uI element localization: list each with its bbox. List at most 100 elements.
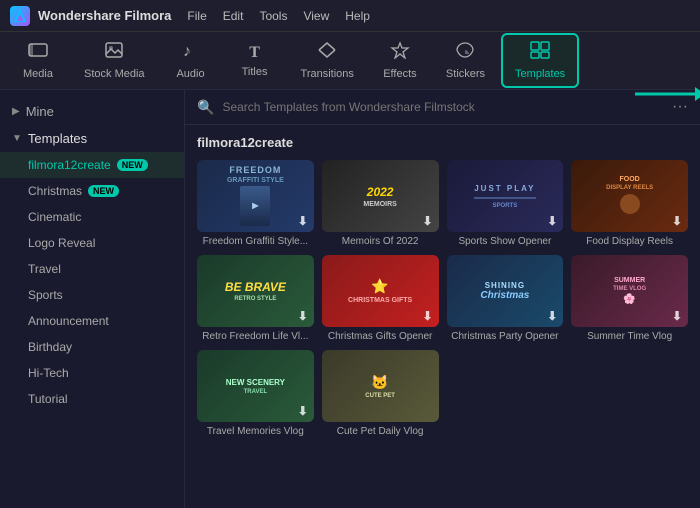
sidebar-item-logo-reveal[interactable]: Logo Reveal bbox=[0, 230, 184, 256]
main-content: ▶ Mine ▼ Templates filmora12create NEW C… bbox=[0, 90, 700, 508]
food-reels-thumb: FOOD DISPLAY REELS ⬇ bbox=[571, 160, 688, 232]
memoirs-2022-name: Memoirs Of 2022 bbox=[322, 236, 439, 247]
food-reels-name: Food Display Reels bbox=[571, 236, 688, 247]
effects-label: Effects bbox=[383, 68, 416, 80]
content-body: filmora12create FREEDOM GRAFFITI STYLE ▶… bbox=[185, 125, 700, 447]
sports-opener-thumb: JUST PLAY SPORTS ⬇ bbox=[447, 160, 564, 232]
stickers-button[interactable]: Stickers bbox=[434, 35, 497, 86]
retro-freedom-thumb: BE BRAVE RETRO STYLE ⬇ bbox=[197, 255, 314, 327]
menu-view[interactable]: View bbox=[303, 9, 329, 23]
birthday-label: Birthday bbox=[28, 340, 72, 354]
template-food-reels[interactable]: FOOD DISPLAY REELS ⬇ Food Display Reels bbox=[571, 160, 688, 247]
template-retro-freedom[interactable]: BE BRAVE RETRO STYLE ⬇ Retro Freedom Lif… bbox=[197, 255, 314, 342]
stock-media-label: Stock Media bbox=[84, 68, 145, 80]
template-summer-vlog[interactable]: SUMMER TIME VLOG 🌸 ⬇ Summer Time Vlog bbox=[571, 255, 688, 342]
titles-icon: T bbox=[249, 44, 260, 62]
titles-button[interactable]: T Titles bbox=[225, 38, 285, 84]
search-icon: 🔍 bbox=[197, 99, 214, 116]
toolbar: Media Stock Media ♪ Audio bbox=[0, 32, 700, 90]
sidebar: ▶ Mine ▼ Templates filmora12create NEW C… bbox=[0, 90, 185, 508]
media-icon bbox=[28, 41, 48, 64]
download-icon-4: ⬇ bbox=[672, 214, 682, 228]
freedom-graffiti-name: Freedom Graffiti Style... bbox=[197, 236, 314, 247]
download-icon-5: ⬇ bbox=[298, 309, 308, 323]
section-title: filmora12create bbox=[197, 135, 688, 150]
app-name: Wondershare Filmora bbox=[38, 8, 171, 23]
transitions-label: Transitions bbox=[301, 68, 354, 80]
sidebar-item-mine[interactable]: ▶ Mine bbox=[0, 98, 184, 125]
audio-label: Audio bbox=[176, 68, 204, 80]
summer-vlog-thumb: SUMMER TIME VLOG 🌸 ⬇ bbox=[571, 255, 688, 327]
templates-label: Templates bbox=[515, 68, 565, 80]
template-christmas-gifts[interactable]: ⭐ CHRISTMAS GIFTS ⬇ Christmas Gifts Open… bbox=[322, 255, 439, 342]
titles-label: Titles bbox=[242, 66, 268, 78]
travel-label: Travel bbox=[28, 262, 61, 276]
sidebar-item-announcement[interactable]: Announcement bbox=[0, 308, 184, 334]
download-icon-8: ⬇ bbox=[672, 309, 682, 323]
template-cute-pet[interactable]: 🐱 CUTE PET Cute Pet Daily Vlog bbox=[322, 350, 439, 437]
template-christmas-party[interactable]: SHINING Christmas ⬇ Christmas Party Open… bbox=[447, 255, 564, 342]
transitions-button[interactable]: Transitions bbox=[289, 35, 366, 86]
sidebar-group-templates[interactable]: ▼ Templates bbox=[0, 125, 184, 152]
travel-memories-name: Travel Memories Vlog bbox=[197, 426, 314, 437]
stickers-label: Stickers bbox=[446, 68, 485, 80]
templates-icon bbox=[530, 41, 550, 64]
christmas-gifts-thumb: ⭐ CHRISTMAS GIFTS ⬇ bbox=[322, 255, 439, 327]
cute-pet-thumb: 🐱 CUTE PET bbox=[322, 350, 439, 422]
sidebar-item-travel[interactable]: Travel bbox=[0, 256, 184, 282]
sidebar-item-tutorial[interactable]: Tutorial bbox=[0, 386, 184, 412]
stock-media-button[interactable]: Stock Media bbox=[72, 35, 157, 86]
tutorial-label: Tutorial bbox=[28, 392, 68, 406]
retro-freedom-name: Retro Freedom Life Vl... bbox=[197, 331, 314, 342]
app-window: Wondershare Filmora File Edit Tools View… bbox=[0, 0, 700, 508]
menu-edit[interactable]: Edit bbox=[223, 9, 244, 23]
cute-pet-name: Cute Pet Daily Vlog bbox=[322, 426, 439, 437]
download-icon-7: ⬇ bbox=[547, 309, 557, 323]
audio-icon: ♪ bbox=[181, 41, 201, 64]
sidebar-item-christmas[interactable]: Christmas NEW bbox=[0, 178, 184, 204]
download-icon-6: ⬇ bbox=[422, 309, 432, 323]
download-icon-1: ⬇ bbox=[298, 214, 308, 228]
templates-arrow-icon: ▼ bbox=[12, 133, 22, 144]
menu-help[interactable]: Help bbox=[345, 9, 370, 23]
memoirs-2022-thumb: 2022 MEMOIRS ⬇ bbox=[322, 160, 439, 232]
templates-button[interactable]: Templates bbox=[501, 33, 579, 88]
svg-text:♪: ♪ bbox=[183, 43, 191, 59]
audio-button[interactable]: ♪ Audio bbox=[161, 35, 221, 86]
sidebar-item-sports[interactable]: Sports bbox=[0, 282, 184, 308]
menu-file[interactable]: File bbox=[187, 9, 206, 23]
template-sports-opener[interactable]: JUST PLAY SPORTS ⬇ Sports Show Opener bbox=[447, 160, 564, 247]
travel-memories-thumb: NEW SCENERY TRAVEL ⬇ bbox=[197, 350, 314, 422]
christmas-badge: NEW bbox=[88, 185, 119, 197]
download-icon-2: ⬇ bbox=[422, 214, 432, 228]
menu-tools[interactable]: Tools bbox=[259, 9, 287, 23]
effects-button[interactable]: Effects bbox=[370, 35, 430, 86]
download-icon-9: ⬇ bbox=[298, 404, 308, 418]
sidebar-templates-label: Templates bbox=[28, 131, 87, 146]
template-travel-memories[interactable]: NEW SCENERY TRAVEL ⬇ Travel Memories Vlo… bbox=[197, 350, 314, 437]
template-memoirs-2022[interactable]: 2022 MEMOIRS ⬇ Memoirs Of 2022 bbox=[322, 160, 439, 247]
template-freedom-graffiti[interactable]: FREEDOM GRAFFITI STYLE ▶ ⬇ Freedom Graff… bbox=[197, 160, 314, 247]
hi-tech-label: Hi-Tech bbox=[28, 366, 69, 380]
stickers-icon bbox=[455, 41, 475, 64]
arrow-indicator bbox=[625, 79, 700, 109]
cinematic-label: Cinematic bbox=[28, 210, 81, 224]
sports-label: Sports bbox=[28, 288, 63, 302]
search-input[interactable] bbox=[222, 100, 664, 114]
mine-label: Mine bbox=[26, 104, 54, 119]
sidebar-item-filmora12create[interactable]: filmora12create NEW bbox=[0, 152, 184, 178]
sidebar-item-birthday[interactable]: Birthday bbox=[0, 334, 184, 360]
sports-opener-name: Sports Show Opener bbox=[447, 236, 564, 247]
search-bar: 🔍 ··· bbox=[185, 90, 700, 125]
summer-vlog-name: Summer Time Vlog bbox=[571, 331, 688, 342]
media-button[interactable]: Media bbox=[8, 35, 68, 86]
content-panel: 🔍 ··· filmora12create FREEDOM GRAFFITI S… bbox=[185, 90, 700, 508]
sidebar-item-hi-tech[interactable]: Hi-Tech bbox=[0, 360, 184, 386]
filmora12create-badge: NEW bbox=[117, 159, 148, 171]
title-bar: Wondershare Filmora File Edit Tools View… bbox=[0, 0, 700, 32]
menu-bar: File Edit Tools View Help bbox=[187, 9, 370, 23]
sidebar-item-cinematic[interactable]: Cinematic bbox=[0, 204, 184, 230]
mine-arrow: ▶ bbox=[12, 106, 20, 117]
freedom-graffiti-thumb: FREEDOM GRAFFITI STYLE ▶ ⬇ bbox=[197, 160, 314, 232]
templates-grid: FREEDOM GRAFFITI STYLE ▶ ⬇ Freedom Graff… bbox=[197, 160, 688, 437]
